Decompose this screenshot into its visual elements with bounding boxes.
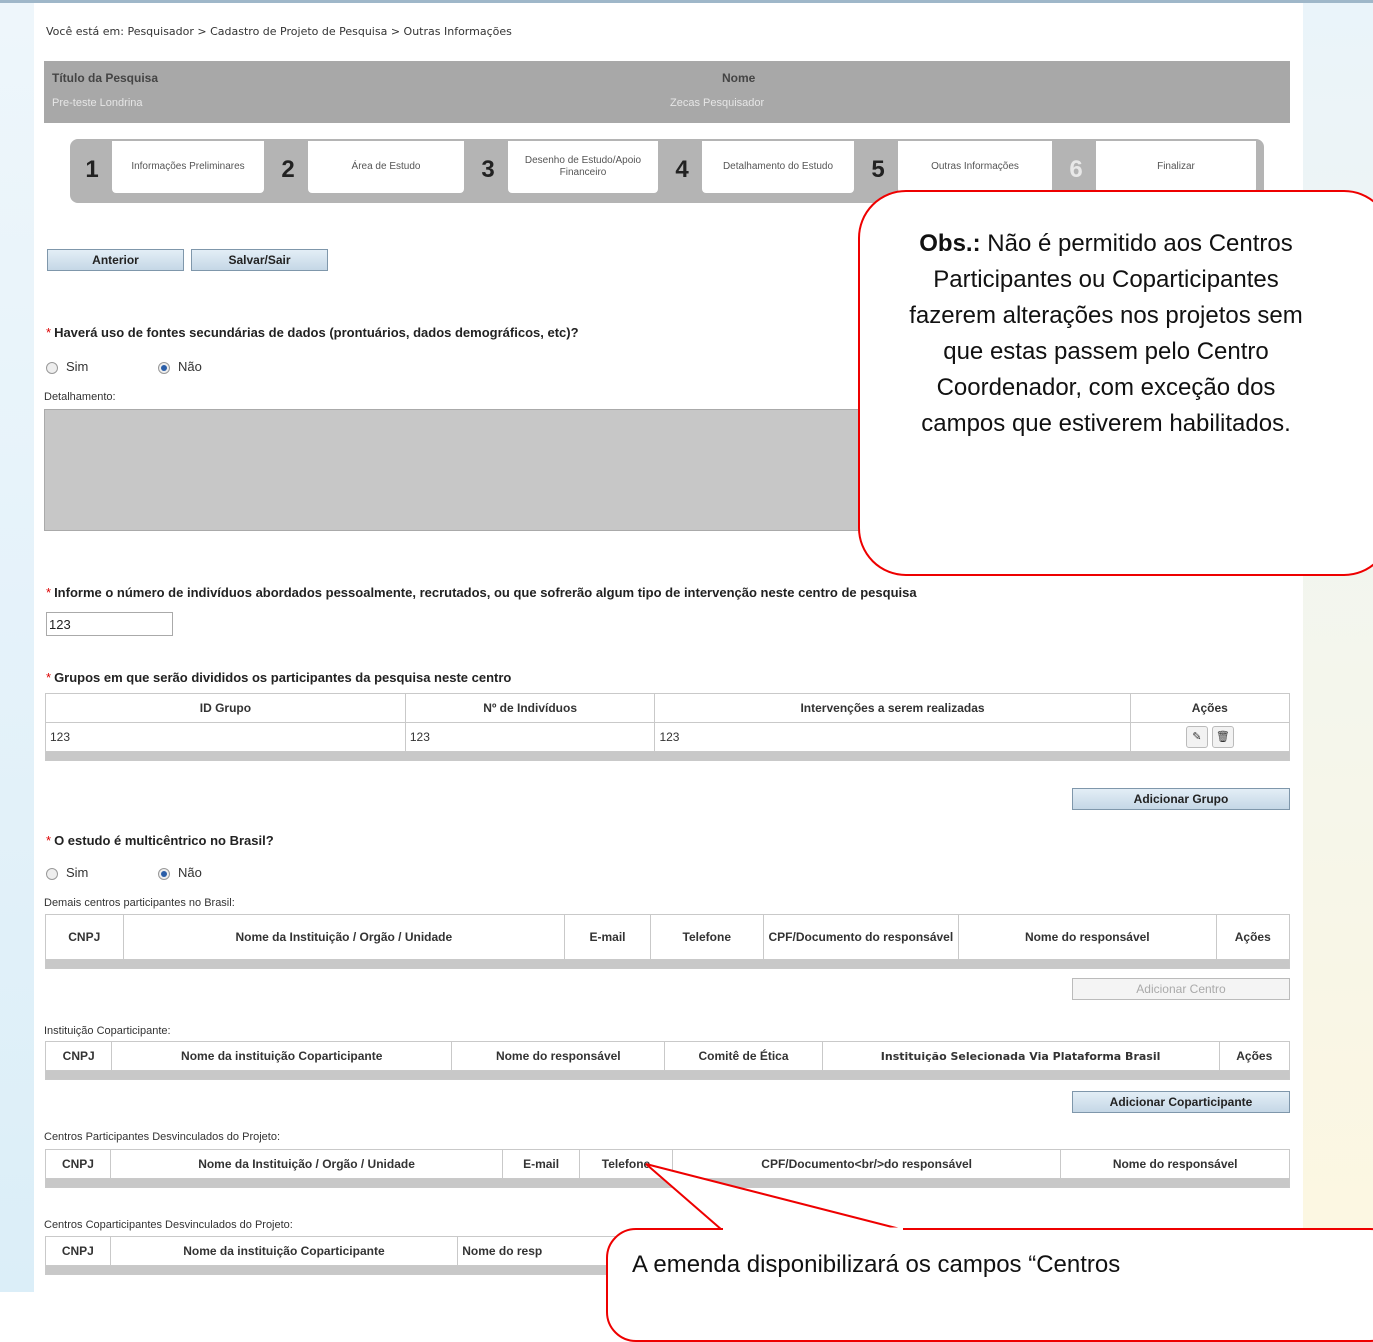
emenda-callout: A emenda disponibilizará os campos “Cent… bbox=[606, 1228, 1373, 1342]
callout-arrow bbox=[645, 1163, 905, 1231]
arrow-pointer bbox=[645, 1163, 905, 1231]
emenda-callout-text: A emenda disponibilizará os campos “Cent… bbox=[632, 1251, 1121, 1278]
